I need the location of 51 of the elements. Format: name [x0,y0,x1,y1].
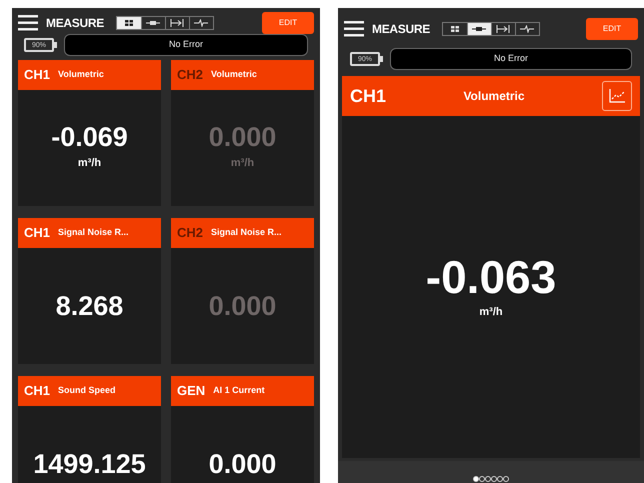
edit-button[interactable]: EDIT [586,18,638,40]
tile-header[interactable]: CH1 Sound Speed [18,376,161,406]
pulse-icon [520,25,534,33]
chart-icon [609,89,625,103]
channel-label: CH1 [24,224,50,242]
measure-label: Signal Noise R... [58,226,129,240]
pulse-icon [194,19,208,27]
screen-title: MEASURE [46,15,104,32]
tile-header[interactable]: GEN AI 1 Current [171,376,314,406]
dots-line-icon [146,20,160,26]
unit-text: m³/h [78,156,102,172]
measure-label: Volumetric [462,88,526,105]
view-mode-tab[interactable] [116,17,141,29]
value-text: 1499.125 [33,450,146,478]
status-field: No Error [64,34,308,56]
measure-label: Signal Noise R... [211,226,282,240]
channel-label: CH1 [350,84,386,108]
menu-icon[interactable] [344,21,364,37]
value-text: 0.000 [208,450,276,478]
unit-text: m³/h [230,156,254,172]
status-field: No Error [390,48,632,70]
view-mode-tab[interactable] [466,23,491,35]
measure-label: Sound Speed [58,384,116,398]
screen-title: MEASURE [372,21,430,38]
measure-label: AI 1 Current [213,384,265,398]
value-text: -0.063 [426,254,556,300]
tile-header[interactable]: CH1 Volumetric [18,60,161,90]
measure-label: Volumetric [58,68,104,82]
value-text: 0.000 [208,124,276,152]
grid-icon [450,26,459,32]
chart-button[interactable] [602,81,632,111]
dots-line-icon [472,26,486,32]
channel-label: CH2 [177,66,204,84]
channel-label: CH2 [177,224,204,242]
arrow-to-bar-icon [170,19,184,27]
grid-icon [124,20,133,26]
channel-label: GEN [177,382,206,400]
unit-text: m³/h [479,304,503,320]
channel-label: CH1 [24,382,50,400]
tile-header[interactable]: CH1 Volumetric [342,76,640,116]
edit-button[interactable]: EDIT [262,12,314,34]
channel-label: CH1 [24,66,50,84]
arrow-to-bar-icon [496,25,510,33]
value-text: 0.000 [208,292,276,320]
tile-header[interactable]: CH2 Signal Noise R... [171,218,314,248]
value-text: -0.069 [51,124,128,152]
tile-header[interactable]: CH2 Volumetric [171,60,314,90]
menu-icon[interactable] [18,15,38,31]
value-text: 8.268 [56,292,124,320]
measure-label: Volumetric [211,68,257,82]
tile-header[interactable]: CH1 Signal Noise R... [18,218,161,248]
